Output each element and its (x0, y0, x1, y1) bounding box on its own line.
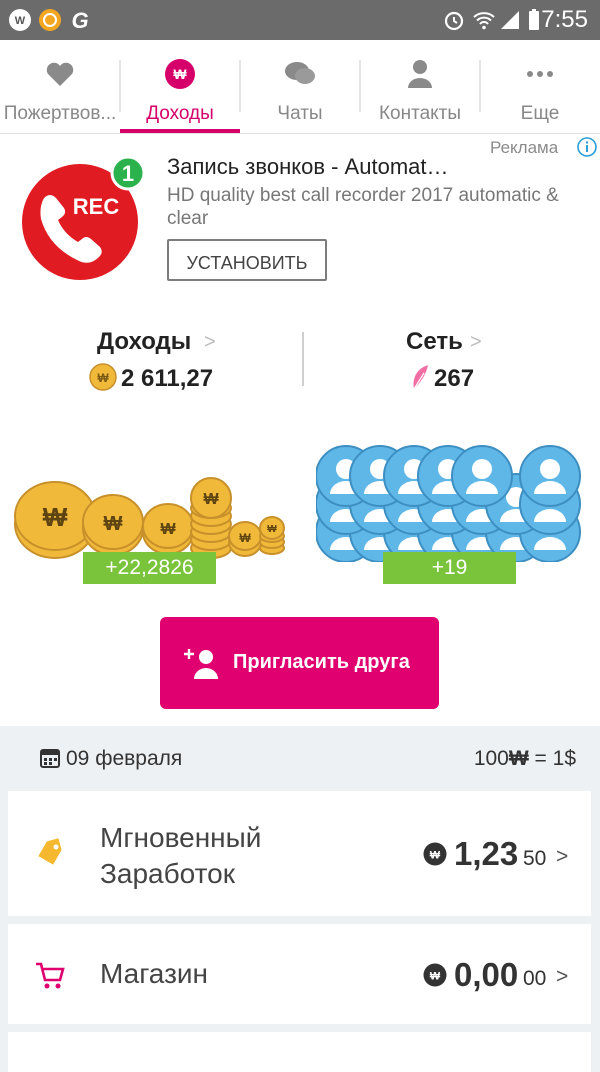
signal-icon (501, 11, 519, 29)
svg-text:₩: ₩ (43, 502, 68, 532)
coins-illustration: ₩ ₩ ₩ ₩ ₩ ₩ (14, 477, 285, 559)
contacts-network-illustration (316, 445, 581, 562)
hands-heart-icon (46, 62, 74, 86)
won-coin-icon: ₩ (423, 842, 447, 866)
tag-icon (38, 838, 62, 865)
alarm-icon (444, 11, 464, 31)
shop-card[interactable]: Магазин ₩ 0,00 00 > (8, 924, 591, 1024)
svg-text:₩: ₩ (97, 371, 109, 385)
stat-divider (302, 332, 304, 386)
invite-friend-button[interactable]: Пригласить друга (160, 617, 439, 709)
card-amount: 0,00 (454, 956, 519, 993)
network-value: 267 (434, 365, 475, 392)
calendar-icon (40, 749, 60, 768)
rec-logo-text: REC (73, 194, 120, 219)
rate-amount: 100 (473, 747, 509, 770)
income-delta-badge: +22,2826 (83, 552, 216, 584)
income-title: Доходы (97, 328, 192, 355)
card-label: Магазин (100, 958, 209, 989)
tab-label: Контакты (378, 103, 462, 124)
svg-text:₩: ₩ (104, 513, 123, 535)
svg-text:₩: ₩ (239, 531, 251, 545)
active-tab-indicator (120, 129, 240, 133)
shopping-cart-icon (36, 962, 65, 989)
tab-contacts[interactable]: Контакты (360, 40, 480, 133)
instant-earnings-card[interactable]: Мгновенный Заработок ₩ 1,23 50 > (8, 791, 591, 916)
g-app-notification-icon: G (71, 8, 88, 32)
chevron-right-icon: > (204, 331, 216, 353)
add-person-icon (184, 649, 218, 679)
coin-notification-icon (39, 9, 61, 31)
tab-donations[interactable]: Пожертвов... (0, 40, 120, 133)
feather-icon (413, 365, 428, 390)
wifi-icon (473, 12, 495, 30)
won-coin-icon: ₩ (89, 363, 117, 391)
svg-text:₩: ₩ (203, 491, 219, 508)
tab-chats[interactable]: Чаты (240, 40, 360, 133)
income-value: 2 611,27 (121, 365, 214, 392)
avatar-icon (519, 445, 581, 507)
invite-label: Пригласить друга (233, 651, 410, 673)
tab-bar: Пожертвов... ₩ Доходы Чаты Контакты Еще (0, 40, 600, 134)
tab-label: Еще (520, 103, 560, 124)
svg-text:₩: ₩ (173, 66, 187, 82)
income-panel: REC 1 Реклама Запись звонков - Automat… … (0, 134, 600, 726)
svg-text:G: G (71, 8, 88, 32)
won-coin-icon: ₩ (423, 963, 447, 987)
won-symbol: ₩ (508, 747, 529, 770)
tab-label: Чаты (277, 103, 323, 124)
network-title: Сеть (406, 328, 463, 355)
card-label: Мгновенный Заработок (100, 820, 261, 892)
tab-more[interactable]: Еще (480, 40, 600, 133)
date-rate-row: 09 февраля 100₩ = 1$ (0, 727, 600, 791)
next-card[interactable] (8, 1032, 591, 1072)
person-icon (408, 60, 432, 88)
ad-title[interactable]: Запись звонков - Automat… (167, 154, 449, 180)
svg-text:₩: ₩ (430, 971, 441, 983)
exchange-rate: 100₩ = 1$ (474, 747, 576, 771)
card-amount: 1,23 (454, 835, 519, 872)
card-cents: 00 (523, 967, 547, 990)
chevron-right-icon: > (556, 845, 569, 868)
tab-income[interactable]: ₩ Доходы (120, 40, 240, 133)
card-cents: 50 (523, 847, 547, 870)
svg-text:₩: ₩ (160, 521, 176, 538)
svg-text:₩: ₩ (430, 850, 441, 862)
install-button[interactable]: УСТАНОВИТЬ (167, 239, 327, 281)
chevron-right-icon: > (556, 965, 569, 988)
ad-label: Реклама (490, 138, 559, 157)
svg-text:₩: ₩ (267, 524, 277, 535)
card-label-line: Мгновенный (100, 822, 262, 853)
chevron-right-icon: > (470, 331, 482, 353)
won-coin-icon: ₩ (165, 59, 195, 89)
tab-label: Пожертвов... (3, 103, 117, 124)
tab-label: Доходы (146, 103, 214, 124)
avatar-icon (451, 445, 513, 507)
card-label-line: Заработок (100, 858, 235, 889)
ad-description: HD quality best call recorder 2017 autom… (167, 185, 559, 229)
status-bar: W G 7:55 (0, 0, 600, 40)
date-label: 09 февраля (66, 747, 183, 770)
rate-equivalent: = 1$ (528, 747, 576, 770)
info-icon[interactable] (577, 137, 597, 157)
clock: 7:55 (541, 6, 588, 33)
network-delta-badge: +19 (383, 552, 516, 584)
won-app-notification-icon: W (9, 9, 31, 31)
rec-app-logo: REC 1 (22, 156, 143, 280)
notification-count: 1 (122, 161, 134, 186)
chat-bubbles-icon (285, 62, 315, 84)
more-dots-icon (527, 71, 553, 77)
svg-text:W: W (15, 15, 26, 27)
